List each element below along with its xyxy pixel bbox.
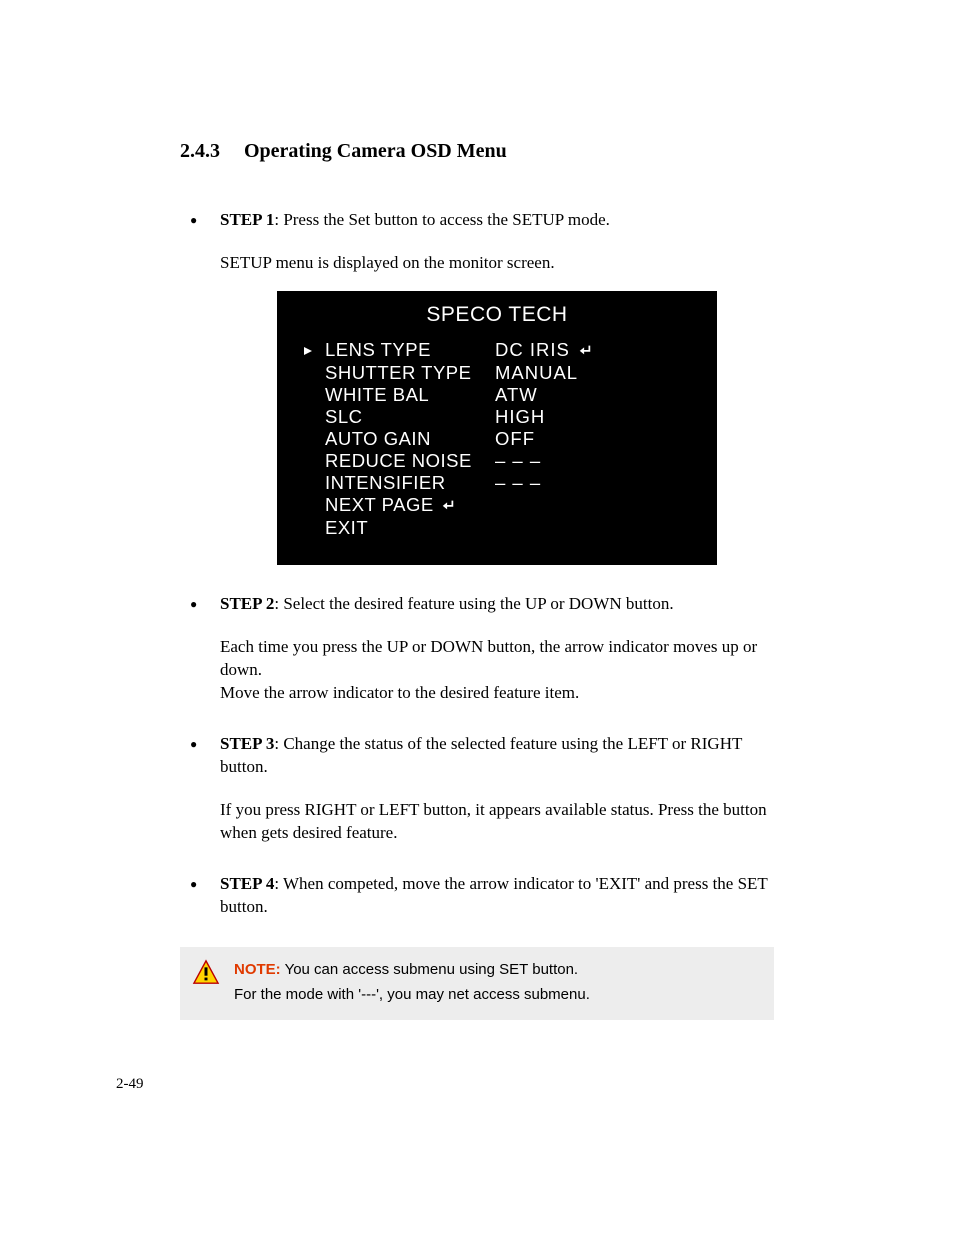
step-text: : Change the status of the selected feat… — [220, 734, 742, 776]
step-followup: If you press RIGHT or LEFT button, it ap… — [220, 799, 774, 845]
osd-label: NEXT PAGE — [325, 494, 495, 517]
osd-label: AUTO GAIN — [325, 428, 495, 450]
cursor-icon — [303, 339, 325, 362]
section-title: Operating Camera OSD Menu — [244, 140, 507, 162]
osd-value: – – – — [495, 450, 691, 472]
page-content: 2.4.3Operating Camera OSD Menu STEP 1: P… — [0, 0, 954, 1020]
step-label: STEP 4 — [220, 874, 274, 893]
step-2: STEP 2: Select the desired feature using… — [180, 593, 774, 705]
step-text: : Press the Set button to access the SET… — [274, 210, 610, 229]
osd-label: REDUCE NOISE — [325, 450, 495, 472]
osd-value: – – – — [495, 472, 691, 494]
enter-icon — [441, 495, 455, 517]
osd-label: SLC — [325, 406, 495, 428]
step-followup: Each time you press the UP or DOWN butto… — [220, 636, 774, 705]
osd-label: EXIT — [325, 517, 495, 539]
note-label: NOTE: — [234, 961, 281, 978]
osd-value: HIGH — [495, 406, 691, 428]
osd-menu: LENS TYPE DC IRIS SHUTTER TYPE MANUAL WH… — [303, 339, 691, 539]
note-line1: You can access submenu using SET button. — [281, 961, 578, 978]
step-followup: SETUP menu is displayed on the monitor s… — [220, 252, 774, 275]
note-box: NOTE: You can access submenu using SET b… — [180, 947, 774, 1020]
step-1: STEP 1: Press the Set button to access t… — [180, 209, 774, 565]
page-number: 2-49 — [116, 1076, 144, 1093]
osd-value: DC IRIS — [495, 339, 691, 362]
osd-value: ATW — [495, 384, 691, 406]
step-label: STEP 2 — [220, 594, 274, 613]
section-heading: 2.4.3Operating Camera OSD Menu — [180, 140, 774, 163]
osd-label: INTENSIFIER — [325, 472, 495, 494]
step-text: : Select the desired feature using the U… — [274, 594, 673, 613]
osd-screenshot: SPECO TECH LENS TYPE DC IRIS SHUTTER TYP… — [220, 291, 774, 565]
osd-value: OFF — [495, 428, 691, 450]
enter-icon — [578, 340, 592, 362]
osd-screen: SPECO TECH LENS TYPE DC IRIS SHUTTER TYP… — [277, 291, 717, 565]
steps-list: STEP 1: Press the Set button to access t… — [180, 209, 774, 919]
step-label: STEP 1 — [220, 210, 274, 229]
note-line2: For the mode with '---', you may net acc… — [234, 986, 590, 1003]
warning-icon — [192, 959, 220, 989]
osd-value: MANUAL — [495, 362, 691, 384]
section-number: 2.4.3 — [180, 140, 244, 163]
osd-label: WHITE BAL — [325, 384, 495, 406]
step-text: : When competed, move the arrow indicato… — [220, 874, 768, 916]
osd-title: SPECO TECH — [303, 301, 691, 329]
osd-label: LENS TYPE — [325, 339, 495, 362]
step-label: STEP 3 — [220, 734, 274, 753]
step-4: STEP 4: When competed, move the arrow in… — [180, 873, 774, 919]
step-3: STEP 3: Change the status of the selecte… — [180, 733, 774, 845]
osd-label: SHUTTER TYPE — [325, 362, 495, 384]
note-text: NOTE: You can access submenu using SET b… — [234, 957, 590, 1008]
